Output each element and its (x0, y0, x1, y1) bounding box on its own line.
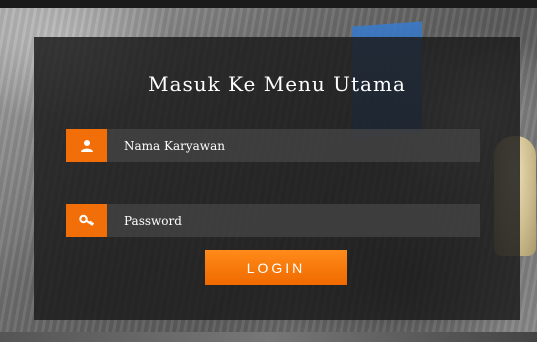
username-input[interactable] (114, 129, 474, 162)
key-icon (66, 204, 107, 237)
login-panel: Masuk Ke Menu Utama LOGIN (34, 37, 520, 320)
login-button[interactable]: LOGIN (205, 250, 347, 285)
password-input[interactable] (114, 204, 474, 237)
page-title: Masuk Ke Menu Utama (148, 72, 406, 96)
user-icon (66, 129, 107, 162)
username-field (66, 129, 480, 162)
top-edge (0, 0, 537, 8)
password-field (66, 204, 480, 237)
bottom-edge (0, 332, 537, 342)
